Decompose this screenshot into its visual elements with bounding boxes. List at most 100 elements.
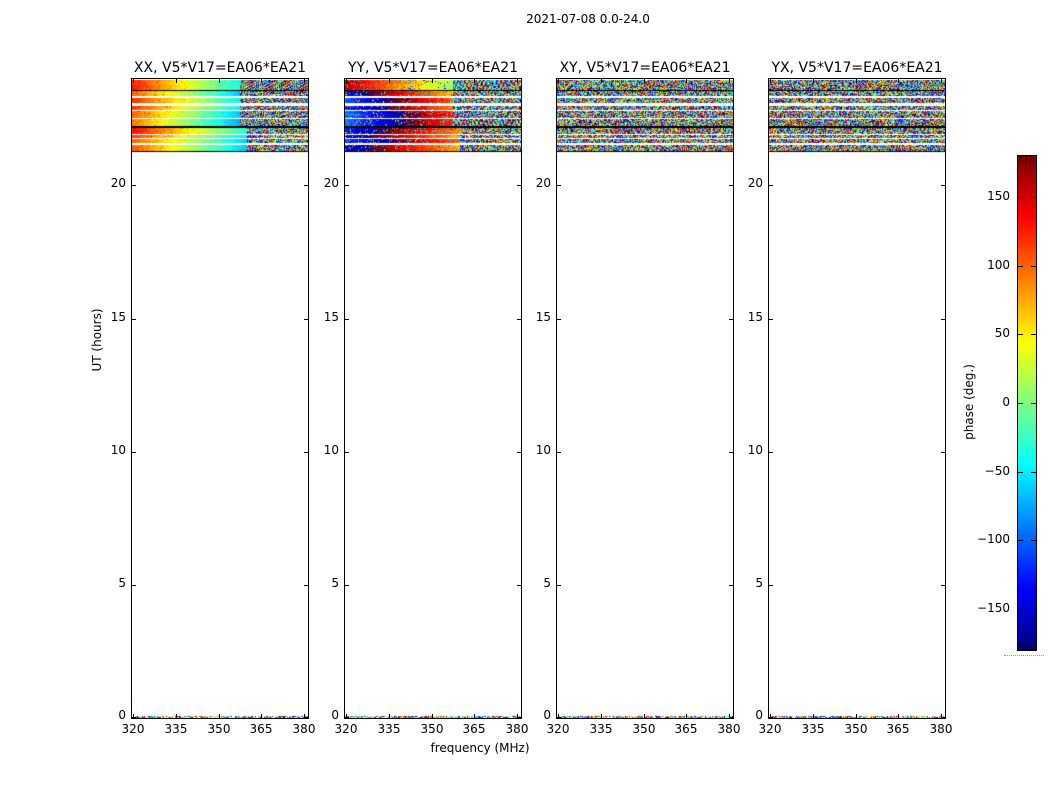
y-tick [132, 319, 136, 320]
x-tick [813, 79, 814, 83]
x-tick-label: 365 [249, 722, 273, 736]
x-tick-label: 380 [929, 722, 953, 736]
x-tick [261, 79, 262, 83]
heatmap-canvas-xx [132, 79, 308, 718]
y-tick [941, 452, 945, 453]
x-tick-label: 320 [758, 722, 782, 736]
y-tick [557, 319, 561, 320]
y-tick-label: 5 [543, 576, 551, 590]
x-tick [219, 79, 220, 83]
x-tick [558, 79, 559, 83]
y-tick [557, 585, 561, 586]
x-tick [898, 714, 899, 718]
x-tick-label: 350 [420, 722, 444, 736]
y-tick [345, 585, 349, 586]
x-tick [517, 79, 518, 83]
y-tick-label: 15 [110, 310, 126, 324]
colorbar-tick-label: −50 [984, 464, 1010, 478]
y-tick [557, 185, 561, 186]
y-tick [769, 185, 773, 186]
x-tick [644, 79, 645, 83]
y-tick-label: 15 [747, 310, 763, 324]
y-tick [132, 452, 136, 453]
y-tick-label: 10 [110, 443, 126, 457]
x-tick-label: 350 [844, 722, 868, 736]
colorbar-tick-label: 50 [994, 326, 1010, 340]
x-tick [601, 714, 602, 718]
colorbar-tick [1018, 472, 1023, 473]
y-tick-label: 20 [323, 176, 339, 190]
y-tick [132, 717, 136, 718]
colorbar-tick [1018, 540, 1023, 541]
y-tick [132, 185, 136, 186]
x-tick [644, 714, 645, 718]
x-tick [686, 714, 687, 718]
y-tick [769, 717, 773, 718]
heatmap-canvas-yx [769, 79, 945, 718]
heatmap-panel-yx [768, 78, 946, 719]
colorbar-tick-label: −100 [977, 532, 1010, 546]
x-tick-label: 320 [334, 722, 358, 736]
colorbar-tick [1031, 266, 1036, 267]
x-tick [176, 79, 177, 83]
x-tick-label: 380 [292, 722, 316, 736]
y-tick-label: 5 [755, 576, 763, 590]
y-tick [769, 452, 773, 453]
y-tick-label: 10 [535, 443, 551, 457]
y-tick [345, 319, 349, 320]
colorbar-tick [1031, 403, 1036, 404]
y-tick-label: 5 [331, 576, 339, 590]
y-tick-label: 20 [535, 176, 551, 190]
colorbar-tick [1031, 609, 1036, 610]
y-tick-label: 20 [110, 176, 126, 190]
colorbar-tick [1018, 609, 1023, 610]
x-tick [856, 714, 857, 718]
y-tick [769, 585, 773, 586]
x-tick-label: 380 [717, 722, 741, 736]
y-tick [941, 717, 945, 718]
y-tick [557, 717, 561, 718]
x-tick [898, 79, 899, 83]
phase-waterfall-figure: 2021-07-08 0.0-24.0 XX, V5*V17=EA06*EA21… [0, 0, 1050, 800]
y-tick-label: 10 [323, 443, 339, 457]
y-tick-label: 15 [323, 310, 339, 324]
x-tick-label: 335 [589, 722, 613, 736]
y-tick-label: 0 [755, 708, 763, 722]
x-tick-label: 365 [462, 722, 486, 736]
x-tick [261, 714, 262, 718]
x-axis-label: frequency (MHz) [430, 741, 530, 755]
x-tick-label: 335 [801, 722, 825, 736]
y-tick-label: 15 [535, 310, 551, 324]
x-tick [176, 714, 177, 718]
y-tick [345, 452, 349, 453]
x-tick-label: 380 [505, 722, 529, 736]
x-tick-label: 365 [674, 722, 698, 736]
heatmap-panel-yy [344, 78, 522, 719]
colorbar-tick [1018, 197, 1023, 198]
heatmap-panel-xy [556, 78, 734, 719]
y-tick [941, 585, 945, 586]
x-tick-label: 335 [164, 722, 188, 736]
x-tick [813, 714, 814, 718]
y-tick [941, 319, 945, 320]
colorbar-tick-label: −150 [977, 601, 1010, 615]
figure-title: 2021-07-08 0.0-24.0 [526, 12, 650, 26]
y-tick [557, 452, 561, 453]
heatmap-canvas-xy [557, 79, 733, 718]
panel-title-xy: XY, V5*V17=EA06*EA21 [559, 60, 731, 76]
x-tick [941, 79, 942, 83]
x-tick-label: 350 [632, 722, 656, 736]
y-tick-label: 5 [118, 576, 126, 590]
colorbar-tick-label: 0 [1002, 395, 1010, 409]
colorbar-tick [1018, 403, 1023, 404]
y-tick-label: 0 [331, 708, 339, 722]
x-tick [856, 79, 857, 83]
x-tick-label: 365 [886, 722, 910, 736]
y-tick-label: 0 [118, 708, 126, 722]
x-tick [474, 79, 475, 83]
colorbar-tick-label: 100 [987, 258, 1010, 272]
colorbar-tick-label: 150 [987, 189, 1010, 203]
x-tick [729, 79, 730, 83]
x-tick [432, 714, 433, 718]
heatmap-canvas-yy [345, 79, 521, 718]
